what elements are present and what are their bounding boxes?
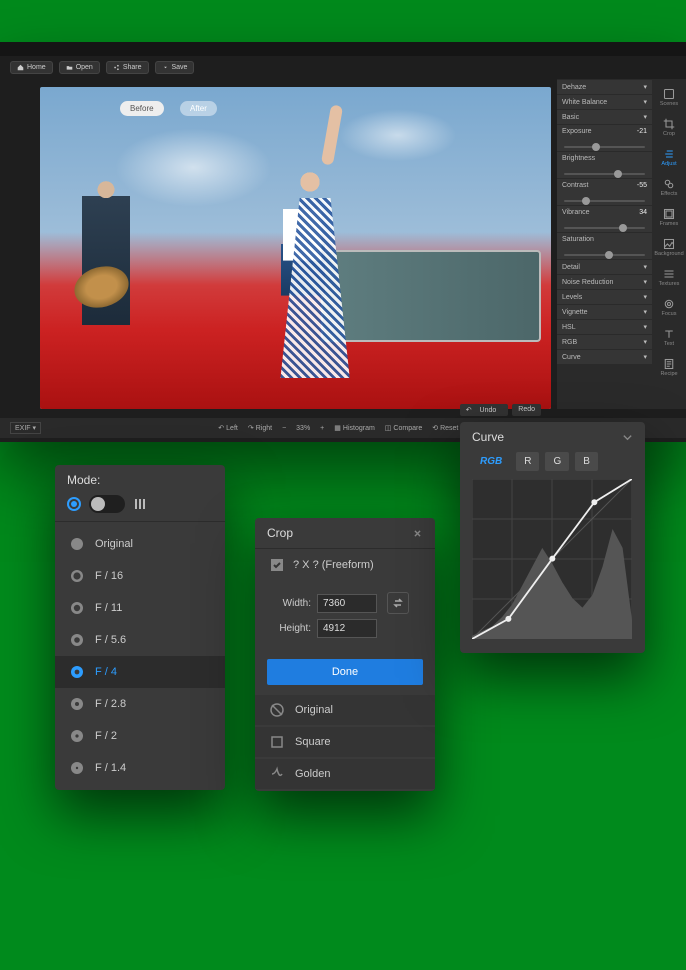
slider-contrast[interactable]: Contrast-55: [557, 179, 652, 205]
mode-radial-icon[interactable]: [67, 497, 81, 511]
after-pill[interactable]: After: [180, 101, 217, 116]
section-dehaze[interactable]: Dehaze▾: [557, 80, 652, 94]
tool-adjust[interactable]: Adjust: [654, 143, 684, 171]
aperture-item-original[interactable]: Original: [55, 528, 225, 560]
tool-recipe[interactable]: Recipe: [654, 353, 684, 381]
aperture-panel: Mode: OriginalF / 16F / 11F / 5.6F / 4F …: [55, 465, 225, 790]
titlebar: [0, 42, 686, 56]
channel-r-button[interactable]: R: [516, 452, 539, 471]
curve-title: Curve: [472, 430, 504, 444]
crop-panel: Crop ? X ? (Freeform) Width: Height: Don…: [255, 518, 435, 791]
exif-button[interactable]: EXIF ▾: [10, 422, 41, 434]
section-levels[interactable]: Levels▾: [557, 290, 652, 304]
channel-g-button[interactable]: G: [545, 452, 569, 471]
slider-saturation[interactable]: Saturation: [557, 233, 652, 259]
aperture-item-f14[interactable]: F / 1.4: [55, 752, 225, 784]
compare-button[interactable]: ◫ Compare: [385, 424, 422, 432]
aperture-list: OriginalF / 16F / 11F / 5.6F / 4F / 2.8F…: [55, 522, 225, 790]
mode-label: Mode:: [67, 473, 100, 487]
section-curve[interactable]: Curve▾: [557, 350, 652, 364]
crop-preset-square[interactable]: Square: [255, 727, 435, 757]
slider-vibrance[interactable]: Vibrance34: [557, 206, 652, 232]
slider-exposure[interactable]: Exposure-21: [557, 125, 652, 151]
section-detail[interactable]: Detail▾: [557, 260, 652, 274]
home-button[interactable]: Home: [10, 61, 53, 74]
crop-title: Crop: [267, 526, 293, 540]
tool-background[interactable]: Background: [654, 233, 684, 261]
channel-b-button[interactable]: B: [575, 452, 598, 471]
section-basic[interactable]: Basic▾: [557, 110, 652, 124]
height-label: Height:: [269, 623, 311, 634]
curve-channels: RGB R G B: [460, 452, 645, 479]
zoom-out-button[interactable]: −: [282, 425, 286, 432]
aperture-item-f16[interactable]: F / 16: [55, 560, 225, 592]
menubar: Home Open Share Save: [0, 56, 686, 79]
section-hsl[interactable]: HSL▾: [557, 320, 652, 334]
undo-button[interactable]: ↶ Undo: [460, 404, 509, 416]
tool-frames[interactable]: Frames: [654, 203, 684, 231]
crop-height-row: Height:: [269, 619, 421, 638]
tool-rail: Scenes Crop Adjust Effects Frames Backgr…: [652, 79, 686, 409]
save-button[interactable]: Save: [155, 61, 195, 74]
aperture-item-f28[interactable]: F / 2.8: [55, 688, 225, 720]
section-vignette[interactable]: Vignette▾: [557, 305, 652, 319]
redo-button[interactable]: Redo: [512, 404, 541, 416]
crop-presets: OriginalSquareGolden: [255, 695, 435, 789]
aperture-item-f2[interactable]: F / 2: [55, 720, 225, 752]
crop-freeform-row[interactable]: ? X ? (Freeform): [255, 549, 435, 581]
undo-redo: ↶ Undo Redo: [460, 404, 541, 416]
open-button[interactable]: Open: [59, 61, 100, 74]
mode-toggle[interactable]: [89, 495, 125, 513]
share-button[interactable]: Share: [106, 61, 149, 74]
curve-panel: Curve RGB R G B: [460, 422, 645, 653]
tool-text[interactable]: Text: [654, 323, 684, 351]
swap-dimensions-button[interactable]: [387, 592, 409, 614]
crop-done-button[interactable]: Done: [267, 659, 423, 685]
crop-preset-original[interactable]: Original: [255, 695, 435, 725]
crop-height-input[interactable]: [317, 619, 377, 638]
tool-scenes[interactable]: Scenes: [654, 83, 684, 111]
slider-brightness[interactable]: Brightness: [557, 152, 652, 178]
rotate-left-button[interactable]: ↶ Left: [218, 424, 238, 432]
photo-person-guitar: [66, 151, 146, 409]
zoom-in-button[interactable]: +: [320, 425, 324, 432]
photo-person-dancing: [255, 151, 365, 409]
adjust-panel: Dehaze▾ White Balance▾ Basic▾ Exposure-2…: [557, 79, 652, 409]
histogram-button[interactable]: ▦ Histogram: [334, 424, 375, 432]
curve-graph[interactable]: [472, 479, 632, 639]
section-rgb[interactable]: RGB▾: [557, 335, 652, 349]
freeform-icon: [269, 557, 285, 573]
section-whitebalance[interactable]: White Balance▾: [557, 95, 652, 109]
close-icon[interactable]: [412, 528, 423, 539]
crop-width-row: Width:: [269, 592, 421, 614]
before-pill[interactable]: Before: [120, 101, 164, 116]
crop-preset-golden[interactable]: Golden: [255, 759, 435, 789]
tool-textures[interactable]: Textures: [654, 263, 684, 291]
crop-width-input[interactable]: [317, 594, 377, 613]
section-noise[interactable]: Noise Reduction▾: [557, 275, 652, 289]
mode-linear-icon[interactable]: [133, 497, 147, 511]
width-label: Width:: [269, 598, 311, 609]
rotate-right-button[interactable]: ↷ Right: [248, 424, 272, 432]
zoom-level: 33%: [296, 425, 310, 432]
tool-crop[interactable]: Crop: [654, 113, 684, 141]
tool-focus[interactable]: Focus: [654, 293, 684, 321]
image-canvas[interactable]: Before After: [40, 87, 551, 409]
mode-bar: [55, 495, 225, 522]
collapse-icon[interactable]: [622, 432, 633, 443]
tool-effects[interactable]: Effects: [654, 173, 684, 201]
aperture-item-f11[interactable]: F / 11: [55, 592, 225, 624]
channel-rgb-button[interactable]: RGB: [472, 452, 510, 471]
aperture-item-f56[interactable]: F / 5.6: [55, 624, 225, 656]
aperture-item-f4[interactable]: F / 4: [55, 656, 225, 688]
photo-editor-window: Home Open Share Save Before After Dehaze…: [0, 42, 686, 442]
